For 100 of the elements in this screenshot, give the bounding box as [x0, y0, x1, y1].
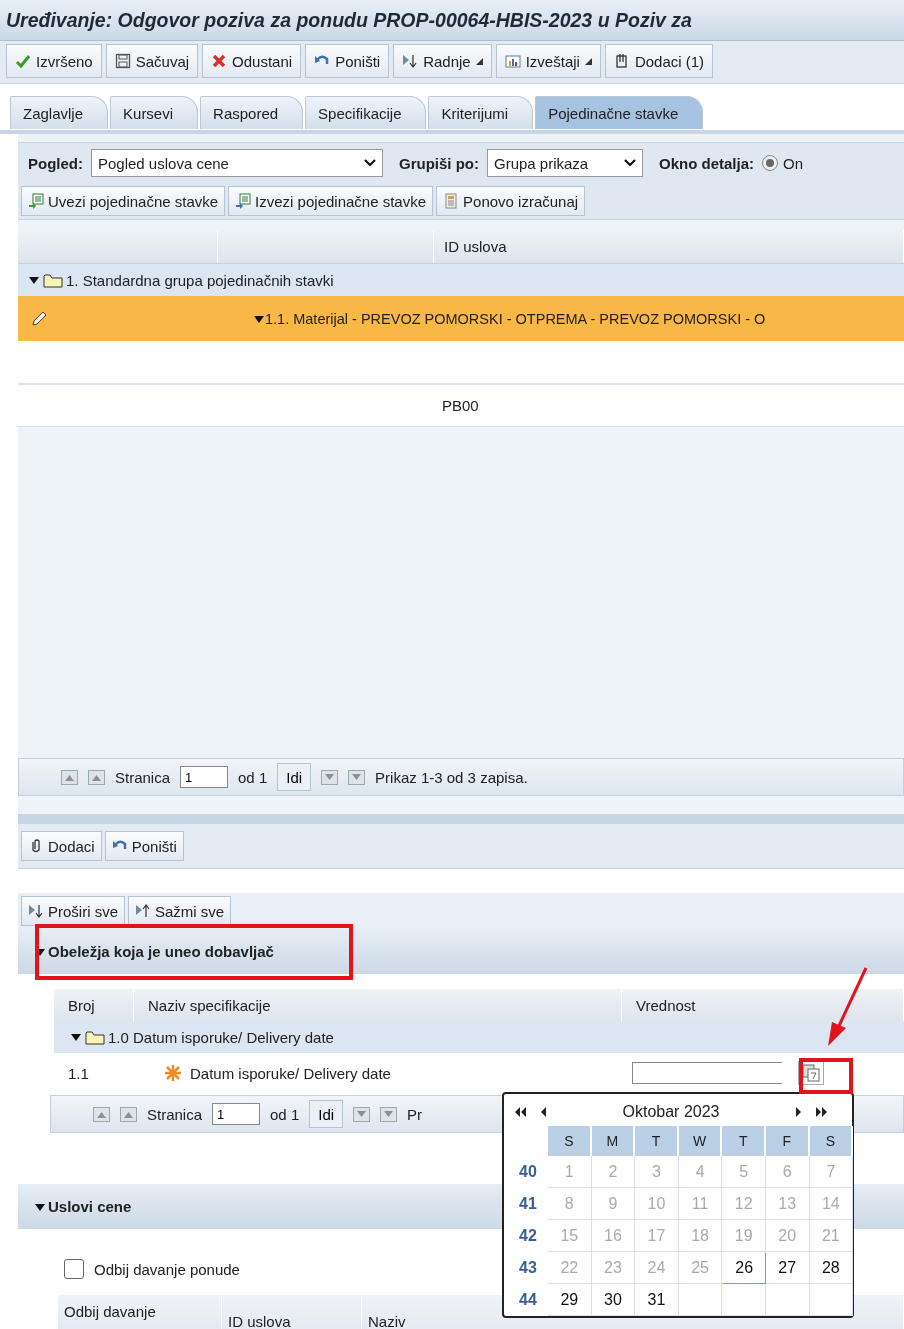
view-label: Pogled:: [28, 154, 83, 172]
right-triangle-icon: [794, 1106, 802, 1118]
weekday-header: F: [765, 1126, 810, 1156]
empty-day-cell: [678, 1284, 723, 1316]
toolbar-button[interactable]: Proširi sve: [21, 896, 125, 926]
weekday-header: W: [678, 1126, 723, 1156]
page-count: od 1: [270, 1105, 300, 1123]
toolbar-button[interactable]: Odustani: [202, 44, 302, 78]
next-page-icon[interactable]: [353, 1106, 371, 1122]
record-summary: Pr: [407, 1105, 423, 1123]
group-by-dropdown[interactable]: Grupa prikaza: [487, 149, 643, 177]
toolbar-button[interactable]: Poništi: [305, 44, 390, 78]
checkbox[interactable]: [64, 1259, 84, 1279]
record-summary: Prikaz 1-3 od 3 zapisa.: [375, 768, 528, 786]
section-title: Uslovi cene: [48, 1198, 132, 1215]
week-number: 42: [518, 1226, 538, 1246]
calendar-day[interactable]: 26: [722, 1252, 766, 1284]
page-label: Stranica: [147, 1105, 203, 1123]
folder-icon: [43, 272, 63, 288]
toolbar-button[interactable]: Sačuvaj: [105, 44, 199, 78]
double-right-icon: [814, 1106, 828, 1118]
go-button[interactable]: Idi: [277, 763, 312, 791]
weekday-header: T: [722, 1126, 766, 1156]
sheet-arrow-icon: [235, 193, 252, 209]
week-number: 41: [518, 1194, 538, 1214]
calendar-day[interactable]: 31: [635, 1284, 679, 1316]
radio-dot[interactable]: [762, 155, 779, 171]
play-down-icon: [402, 53, 419, 69]
action-button[interactable]: Izvezi pojedinačne stavke: [228, 186, 434, 216]
toolbar-button[interactable]: Dodaci (1): [604, 44, 714, 78]
date-field[interactable]: [632, 1062, 782, 1084]
weekday-header: T: [635, 1126, 679, 1156]
tab[interactable]: Raspored: [200, 96, 304, 129]
check-icon: [15, 53, 31, 69]
clipboard-icon: [613, 53, 630, 69]
expanded-arrow-icon[interactable]: [70, 1031, 82, 1043]
table-cell: Datum isporuke/ Delivery date: [190, 1064, 391, 1082]
first-page-icon[interactable]: [61, 769, 78, 785]
next-page-icon[interactable]: [321, 769, 339, 785]
weekday-header: S: [548, 1126, 592, 1156]
column-header: ID uslova: [222, 1295, 362, 1329]
tab[interactable]: Kriterijumi: [428, 96, 534, 129]
previous-page-icon[interactable]: [88, 769, 105, 785]
detail-pane-label: Okno detalja:: [659, 154, 755, 172]
column-header: Odbij davanje: [58, 1295, 222, 1329]
calendar-icon: [802, 1064, 820, 1082]
weekday-header: M: [591, 1126, 636, 1156]
go-button[interactable]: Idi: [309, 1100, 344, 1128]
tab[interactable]: Pojedinačne stavke: [535, 96, 704, 129]
collapse-icon: [135, 903, 151, 919]
cancel-icon: [211, 53, 228, 69]
page-label: Stranica: [115, 768, 171, 786]
empty-day-cell: [765, 1284, 810, 1316]
page-count: od 1: [238, 768, 268, 786]
action-button[interactable]: Uvezi pojedinačne stavke: [21, 186, 226, 216]
toolbar-button[interactable]: Izveštaji: [495, 44, 601, 78]
last-page-icon[interactable]: [348, 769, 366, 785]
sheet-arrow-icon: [28, 193, 44, 209]
item-row[interactable]: 1.1. Materijal - PREVOZ POMORSKI - OTPREMA - PREVOZ POMORSKI - O: [18, 296, 904, 341]
section-header[interactable]: Obeležja koja je uneo dobavljač: [18, 929, 904, 974]
checkbox-label: Odbij davanje ponude: [94, 1260, 240, 1278]
chevron-down-icon: [624, 159, 636, 167]
table-cell: 1.1: [68, 1064, 89, 1082]
toolbar-button[interactable]: Izvršeno: [6, 44, 102, 78]
column-header: ID uslova: [434, 230, 904, 263]
calendar-day[interactable]: 28: [809, 1252, 854, 1284]
page-input[interactable]: 1: [180, 766, 229, 788]
expanded-arrow-icon[interactable]: [28, 274, 40, 286]
tab[interactable]: Specifikacije: [305, 96, 427, 129]
double-left-icon: [514, 1106, 528, 1118]
section-title: Obeležja koja je uneo dobavljač: [48, 943, 274, 960]
calendar-title: Oktobar 2023: [621, 1103, 721, 1121]
last-page-icon[interactable]: [380, 1106, 398, 1122]
table-cell: PB00: [442, 397, 479, 414]
view-dropdown[interactable]: Pogled uslova cene: [91, 149, 383, 177]
page-input[interactable]: 1: [212, 1103, 261, 1125]
left-triangle-icon: [540, 1106, 548, 1118]
save-icon: [114, 53, 131, 69]
toolbar-button[interactable]: Dodaci: [21, 831, 102, 861]
week-number: 40: [518, 1162, 538, 1182]
tab[interactable]: Zaglavlje: [10, 96, 109, 129]
annotation-frame: [799, 1058, 853, 1094]
toolbar-button[interactable]: Poništi: [104, 831, 184, 861]
group-label: 1.0 Datum isporuke/ Delivery date: [108, 1028, 334, 1046]
toolbar-button[interactable]: Radnje: [393, 44, 492, 78]
weekday-header: S: [809, 1126, 854, 1156]
calendar-day[interactable]: 30: [591, 1284, 636, 1316]
action-button[interactable]: Ponovo izračunaj: [436, 186, 586, 216]
window-title: Uređivanje: Odgovor poziva za ponudu PROP-00064-HBIS-2023 u Poziv za: [0, 0, 904, 41]
chart-icon: [504, 53, 521, 69]
toolbar-button[interactable]: Sažmi sve: [128, 896, 232, 926]
detail-radio[interactable]: On: [762, 154, 804, 172]
first-page-icon[interactable]: [93, 1106, 110, 1122]
pencil-icon: [30, 309, 48, 328]
previous-page-icon[interactable]: [120, 1106, 137, 1122]
calendar-day[interactable]: 29: [548, 1284, 592, 1316]
calendar-day[interactable]: 27: [765, 1252, 810, 1284]
tab[interactable]: Kursevi: [110, 96, 199, 129]
empty-day-cell: [809, 1284, 854, 1316]
item-label: 1.1. Materijal - PREVOZ POMORSKI - OTPREMA - PREVOZ POMORSKI - O: [265, 310, 766, 327]
